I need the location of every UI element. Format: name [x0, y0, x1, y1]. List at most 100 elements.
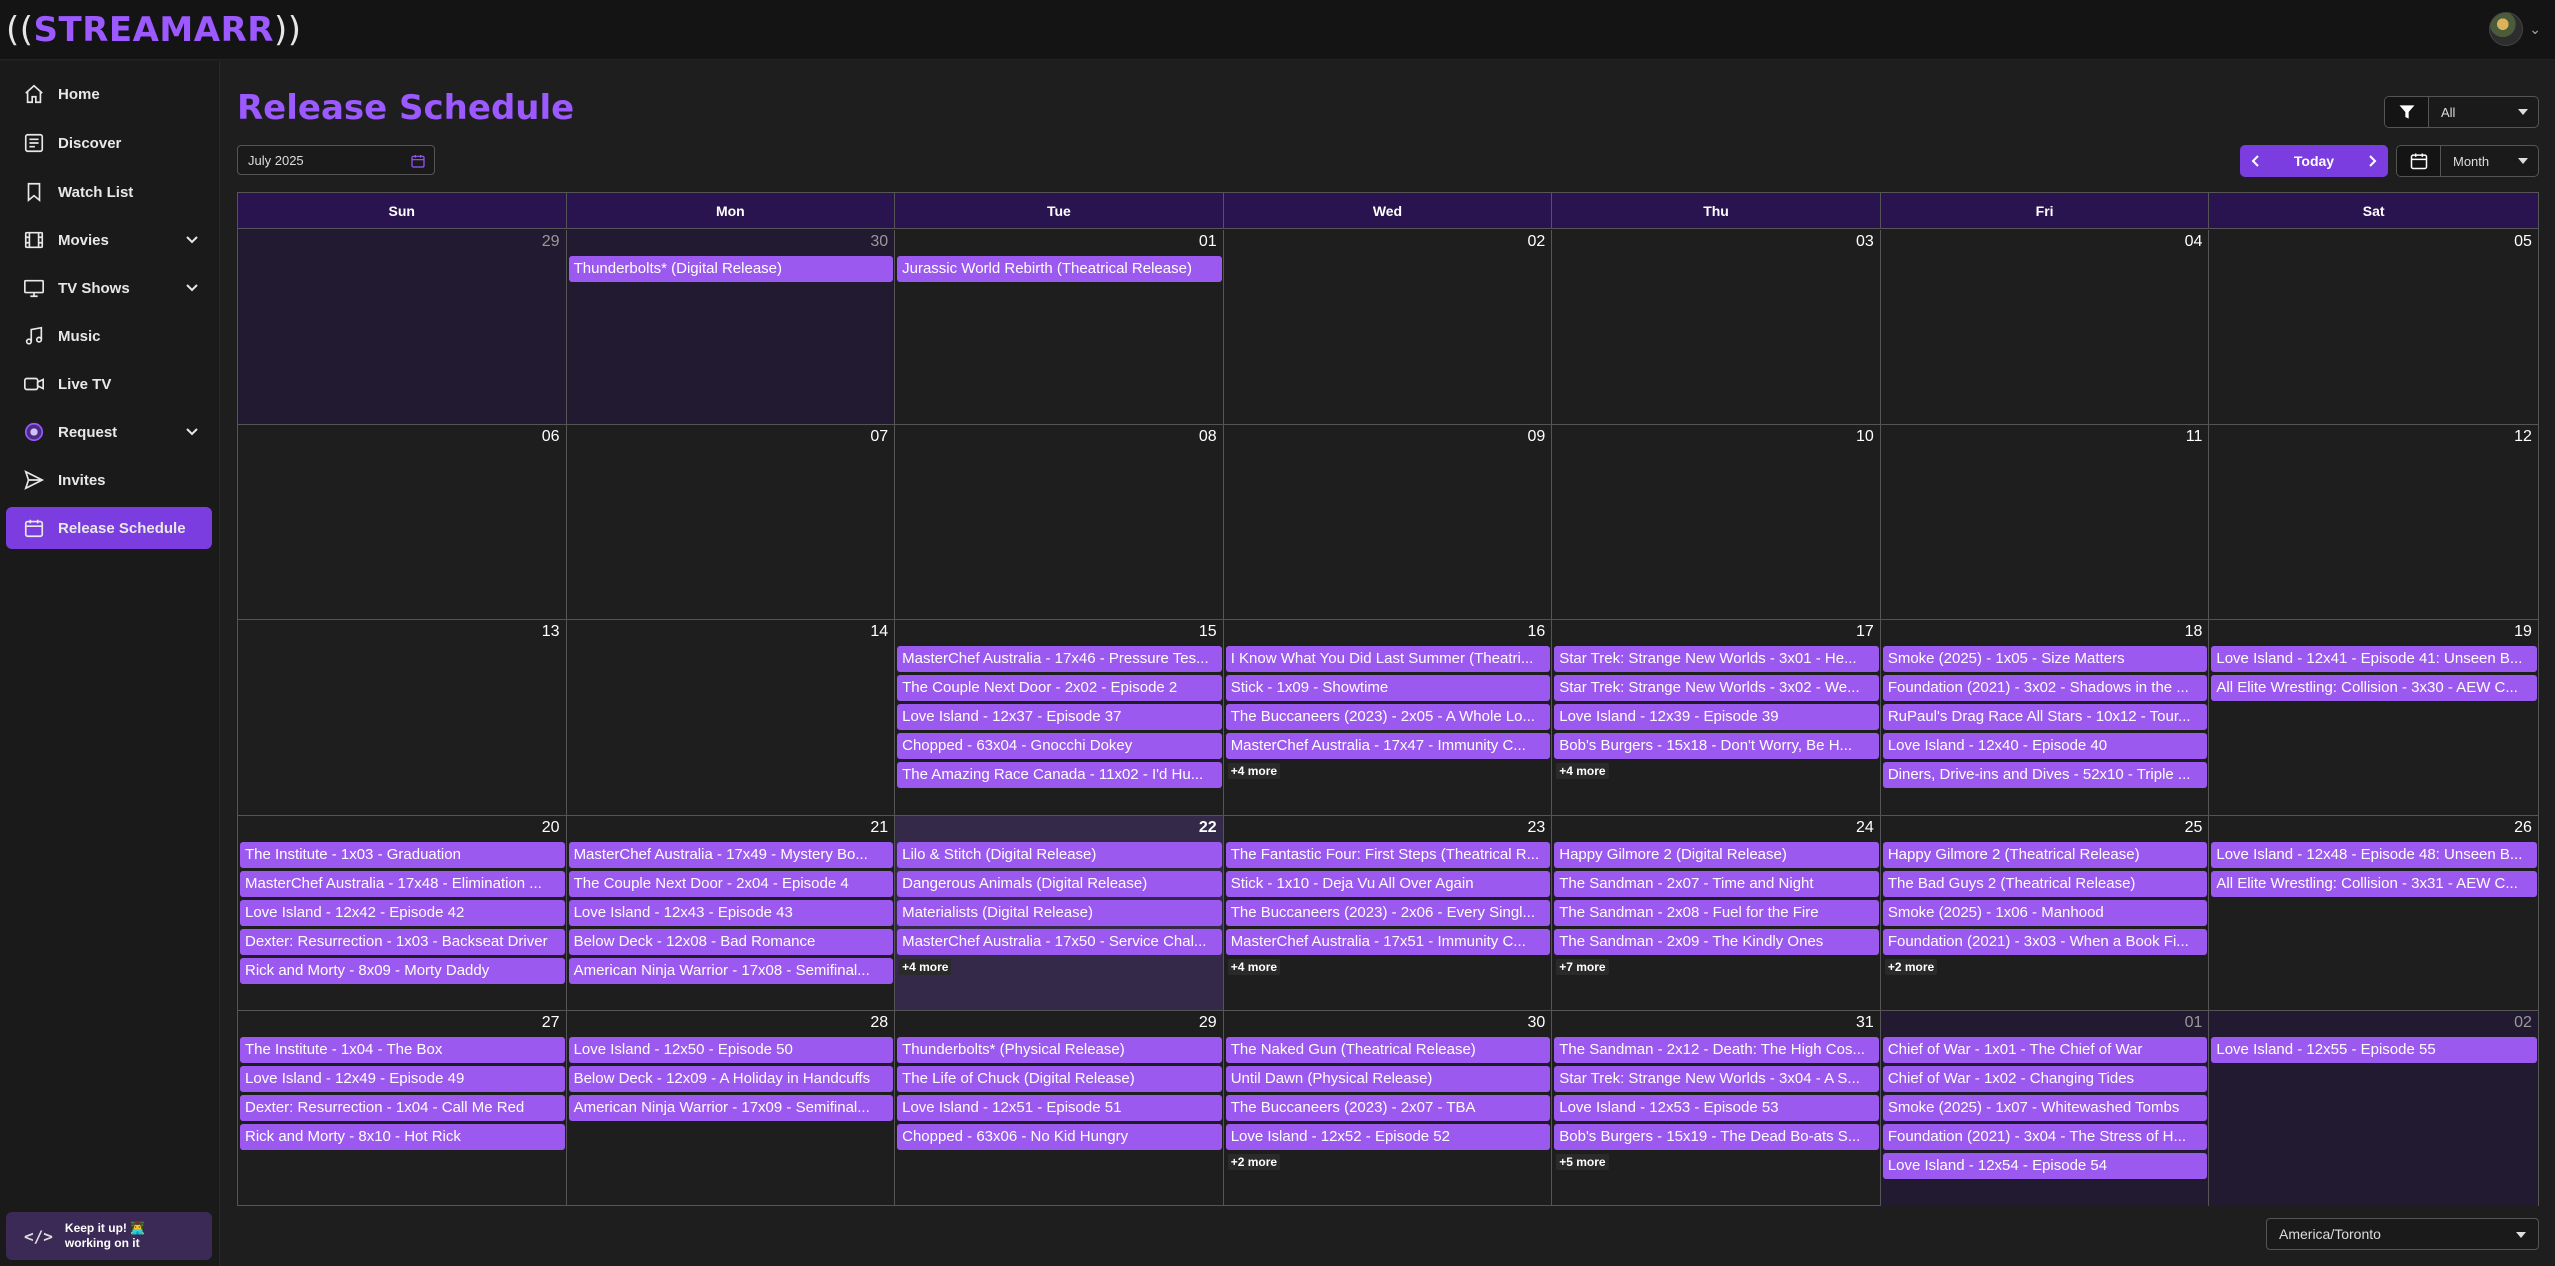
calendar-event[interactable]: Below Deck - 12x09 - A Holiday in Handcu… — [568, 1065, 894, 1092]
more-events-link[interactable]: +7 more — [1556, 958, 1609, 975]
calendar-day[interactable]: 15 MasterChef Australia - 17x46 - Pressur… — [895, 620, 1224, 815]
calendar-event[interactable]: Love Island - 12x54 - Episode 54 — [1882, 1152, 2208, 1179]
calendar-event[interactable]: Love Island - 12x37 - Episode 37 — [897, 704, 1222, 731]
calendar-day[interactable]: 20 The Institute - 1x03 - Graduation Maste… — [238, 815, 567, 1010]
chevron-down-icon[interactable] — [184, 423, 200, 439]
calendar-event[interactable]: Love Island - 12x43 - Episode 43 — [568, 899, 894, 926]
calendar-event[interactable]: Bob's Burgers - 15x19 - The Dead Bo-ats … — [1554, 1123, 1879, 1150]
calendar-day[interactable]: 01 Chief of War - 1x01 - The Chief of War… — [1880, 1010, 2210, 1206]
sidebar-item-tv-shows[interactable]: TV Shows — [6, 267, 212, 309]
calendar-event[interactable]: The Institute - 1x04 - The Box — [240, 1036, 565, 1063]
calendar-day[interactable]: 11 — [1881, 425, 2210, 620]
calendar-event[interactable]: Below Deck - 12x08 - Bad Romance — [568, 928, 894, 955]
calendar-event[interactable]: The Bad Guys 2 (Theatrical Release) — [1882, 870, 2208, 897]
calendar-day[interactable]: 29 — [238, 230, 567, 425]
calendar-event[interactable]: Star Trek: Strange New Worlds - 3x02 - W… — [1554, 675, 1879, 702]
calendar-day[interactable]: 24 Happy Gilmore 2 (Digital Release) The S… — [1552, 815, 1881, 1010]
calendar-day[interactable]: 16 I Know What You Did Last Summer (Theat… — [1224, 620, 1553, 815]
more-events-link[interactable]: +4 more — [1227, 763, 1281, 780]
calendar-view-button[interactable] — [2397, 146, 2441, 176]
calendar-event[interactable]: Dexter: Resurrection - 1x03 - Backseat D… — [240, 928, 565, 955]
more-events-link[interactable]: +2 more — [1884, 958, 1938, 975]
calendar-day[interactable]: 29 Thunderbolts* (Physical Release) The Li… — [895, 1010, 1224, 1206]
calendar-event[interactable]: Love Island - 12x48 - Episode 48: Unseen… — [2211, 841, 2537, 868]
calendar-day[interactable]: 25 Happy Gilmore 2 (Theatrical Release) Th… — [1881, 815, 2210, 1010]
chevron-down-icon[interactable] — [184, 279, 200, 295]
more-events-link[interactable]: +4 more — [899, 958, 952, 975]
calendar-event[interactable]: Love Island - 12x40 - Episode 40 — [1882, 733, 2208, 760]
calendar-event[interactable]: The Buccaneers (2023) - 2x06 - Every Sin… — [1225, 899, 1551, 926]
calendar-day[interactable]: 19 Love Island - 12x41 - Episode 41: Unse… — [2209, 620, 2538, 814]
calendar-day[interactable]: 27 The Institute - 1x04 - The Box Love Isl… — [238, 1010, 567, 1206]
chevron-down-icon[interactable]: ⌄ — [2529, 21, 2541, 38]
calendar-event[interactable]: Jurassic World Rebirth (Theatrical Relea… — [897, 256, 1222, 282]
calendar-event[interactable]: The Buccaneers (2023) - 2x07 - TBA — [1225, 1094, 1551, 1121]
calendar-day[interactable]: 05 — [2209, 230, 2538, 424]
calendar-event[interactable]: MasterChef Australia - 17x50 - Service C… — [897, 928, 1222, 955]
user-menu[interactable]: ⌄ — [2489, 12, 2541, 46]
calendar-event[interactable]: Materialists (Digital Release) — [897, 899, 1222, 926]
sidebar-item-request[interactable]: Request — [6, 411, 212, 453]
calendar-day[interactable]: 17 Star Trek: Strange New Worlds - 3x01 -… — [1552, 620, 1881, 815]
sidebar-item-live-tv[interactable]: Live TV — [6, 363, 212, 405]
calendar-day[interactable]: 02 — [1224, 230, 1553, 425]
calendar-day[interactable]: 03 — [1552, 230, 1881, 425]
calendar-day[interactable]: 07 — [567, 425, 896, 620]
calendar-event[interactable]: The Couple Next Door - 2x02 - Episode 2 — [897, 675, 1222, 702]
filter-select[interactable]: All — [2429, 97, 2538, 127]
calendar-event[interactable]: Love Island - 12x50 - Episode 50 — [568, 1036, 894, 1063]
calendar-day[interactable]: 28 Love Island - 12x50 - Episode 50 Below … — [567, 1010, 896, 1206]
more-events-link[interactable]: +4 more — [1556, 763, 1609, 780]
calendar-event[interactable]: Diners, Drive-ins and Dives - 52x10 - Tr… — [1882, 762, 2208, 789]
calendar-event[interactable]: Thunderbolts* (Physical Release) — [897, 1036, 1222, 1063]
calendar-day[interactable]: 09 — [1224, 425, 1553, 620]
calendar-event[interactable]: Happy Gilmore 2 (Digital Release) — [1554, 841, 1879, 868]
calendar-event[interactable]: Dexter: Resurrection - 1x04 - Call Me Re… — [240, 1094, 565, 1121]
calendar-day[interactable]: 01 Jurassic World Rebirth (Theatrical Rel… — [895, 230, 1224, 425]
calendar-icon[interactable] — [410, 153, 426, 169]
calendar-event[interactable]: The Sandman - 2x12 - Death: The High Cos… — [1554, 1036, 1879, 1063]
calendar-event[interactable]: MasterChef Australia - 17x49 - Mystery B… — [568, 841, 894, 868]
calendar-day[interactable]: 18 Smoke (2025) - 1x05 - Size Matters Foun… — [1881, 620, 2210, 815]
calendar-event[interactable]: Love Island - 12x42 - Episode 42 — [240, 899, 565, 926]
chevron-down-icon[interactable] — [184, 231, 200, 247]
calendar-event[interactable]: Chief of War - 1x01 - The Chief of War — [1882, 1036, 2208, 1063]
sidebar-item-music[interactable]: Music — [6, 315, 212, 357]
calendar-event[interactable]: Smoke (2025) - 1x06 - Manhood — [1882, 899, 2208, 926]
calendar-event[interactable]: Bob's Burgers - 15x18 - Don't Worry, Be … — [1554, 733, 1879, 760]
calendar-event[interactable]: The Couple Next Door - 2x04 - Episode 4 — [568, 870, 894, 897]
more-events-link[interactable]: +4 more — [1227, 958, 1281, 975]
calendar-event[interactable]: Love Island - 12x41 - Episode 41: Unseen… — [2211, 646, 2537, 673]
calendar-event[interactable]: Chief of War - 1x02 - Changing Tides — [1882, 1065, 2208, 1092]
next-button[interactable] — [2356, 145, 2388, 177]
calendar-event[interactable]: The Sandman - 2x08 - Fuel for the Fire — [1554, 899, 1879, 926]
calendar-event[interactable]: Star Trek: Strange New Worlds - 3x01 - H… — [1554, 646, 1879, 673]
calendar-event[interactable]: Love Island - 12x53 - Episode 53 — [1554, 1094, 1879, 1121]
calendar-event[interactable]: Foundation (2021) - 3x02 - Shadows in th… — [1882, 675, 2208, 702]
calendar-event[interactable]: The Fantastic Four: First Steps (Theatri… — [1225, 841, 1551, 868]
calendar-day[interactable]: 08 — [895, 425, 1224, 620]
sidebar-item-invites[interactable]: Invites — [6, 459, 212, 501]
calendar-event[interactable]: Love Island - 12x55 - Episode 55 — [2211, 1036, 2537, 1063]
timezone-select[interactable]: America/Toronto — [2266, 1218, 2539, 1250]
calendar-day[interactable]: 26 Love Island - 12x48 - Episode 48: Unse… — [2209, 816, 2538, 1010]
calendar-day[interactable]: 02 Love Island - 12x55 - Episode 55 — [2209, 1010, 2538, 1206]
calendar-event[interactable]: All Elite Wrestling: Collision - 3x31 - … — [2211, 870, 2537, 897]
sidebar-item-watch-list[interactable]: Watch List — [6, 171, 212, 213]
calendar-event[interactable]: Stick - 1x09 - Showtime — [1225, 675, 1551, 702]
calendar-event[interactable]: Smoke (2025) - 1x05 - Size Matters — [1882, 646, 2208, 673]
calendar-event[interactable]: Rick and Morty - 8x09 - Morty Daddy — [240, 957, 565, 984]
calendar-day[interactable]: 04 — [1881, 230, 2210, 425]
sidebar-item-home[interactable]: Home — [6, 73, 212, 115]
calendar-event[interactable]: The Life of Chuck (Digital Release) — [897, 1065, 1222, 1092]
calendar-event[interactable]: Smoke (2025) - 1x07 - Whitewashed Tombs — [1882, 1094, 2208, 1121]
calendar-day[interactable]: 31 The Sandman - 2x12 - Death: The High C… — [1552, 1010, 1881, 1206]
calendar-day[interactable]: 10 — [1552, 425, 1881, 620]
view-select[interactable]: Month — [2441, 146, 2538, 176]
calendar-event[interactable]: The Sandman - 2x09 - The Kindly Ones — [1554, 928, 1879, 955]
calendar-event[interactable]: The Buccaneers (2023) - 2x05 - A Whole L… — [1225, 704, 1551, 731]
calendar-day[interactable]: 21 MasterChef Australia - 17x49 - Mystery… — [567, 815, 896, 1010]
sidebar-item-release-schedule[interactable]: Release Schedule — [6, 507, 212, 549]
calendar-event[interactable]: American Ninja Warrior - 17x08 - Semifin… — [568, 957, 894, 984]
calendar-event[interactable]: Thunderbolts* (Digital Release) — [568, 256, 894, 282]
